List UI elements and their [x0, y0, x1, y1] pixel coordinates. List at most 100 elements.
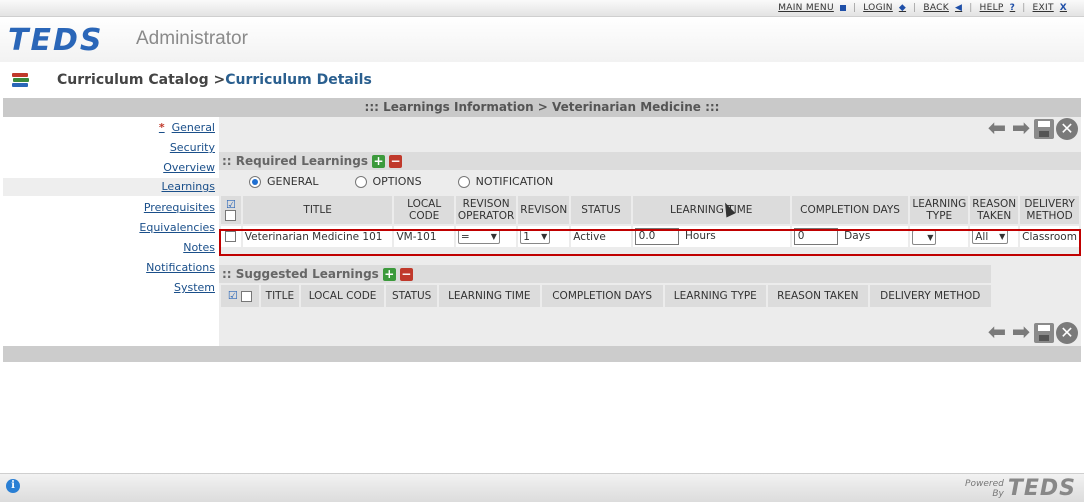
learning-view-radios: GENERAL OPTIONS NOTIFICATION	[249, 175, 589, 188]
select-all-cell: ☑	[221, 285, 259, 307]
suggested-learnings-table: ☑ TITLE LOCAL CODE STATUS LEARNING TIME …	[219, 283, 993, 309]
col-local-code[interactable]: LOCAL CODE	[394, 196, 454, 224]
close-icon[interactable]: ✕	[1056, 118, 1078, 140]
col-delivery-method[interactable]: DELIVERY METHOD	[1020, 196, 1079, 224]
reason-taken-select[interactable]: All ▼	[972, 229, 1009, 244]
add-suggested-icon[interactable]: +	[382, 267, 396, 281]
row-status: Active	[571, 226, 631, 247]
previous-arrow-icon[interactable]: ⬅	[986, 322, 1008, 344]
back-arrow-icon: ◀	[954, 3, 963, 13]
chevron-down-icon: ▼	[927, 232, 934, 242]
radio-notification[interactable]: NOTIFICATION	[457, 175, 553, 188]
content-bottom-bar	[3, 346, 1081, 362]
col-delivery-method[interactable]: DELIVERY METHOD	[869, 285, 991, 307]
revision-select[interactable]: 1 ▼	[520, 229, 551, 244]
col-revision-operator[interactable]: REVISON OPERATOR	[455, 196, 517, 224]
col-completion-days[interactable]: COMPLETION DAYS	[541, 285, 663, 307]
col-local-code[interactable]: LOCAL CODE	[300, 285, 385, 307]
learning-time-input[interactable]: 0.0	[634, 228, 679, 245]
sidebar-item-system[interactable]: System	[174, 281, 215, 297]
add-required-icon[interactable]: +	[371, 154, 385, 168]
col-title[interactable]: TITLE	[242, 196, 393, 224]
remove-required-icon[interactable]: −	[388, 154, 402, 168]
sidebar-item-equivalencies[interactable]: Equivalencies	[139, 221, 215, 237]
check-all-icon[interactable]: ☑	[228, 289, 238, 302]
next-arrow-icon[interactable]: ➡	[1010, 322, 1032, 344]
exit-link[interactable]: EXIT X	[1026, 3, 1074, 13]
footer-teds-logo: TEDS	[1007, 476, 1076, 501]
col-revision[interactable]: REVISON	[518, 196, 570, 224]
radio-options[interactable]: OPTIONS	[354, 175, 422, 188]
select-all-checkbox[interactable]	[241, 290, 253, 302]
select-all-checkbox[interactable]	[225, 210, 237, 221]
col-learning-type[interactable]: LEARNING TYPE	[910, 196, 969, 224]
required-learnings-header: :: Required Learnings + −	[219, 152, 1081, 170]
required-learnings-table: ☑ TITLE LOCAL CODE REVISON OPERATOR REVI…	[219, 194, 1081, 249]
sidebar-item-notes[interactable]: Notes	[183, 241, 215, 257]
chevron-down-icon: ▼	[541, 232, 548, 241]
table-header-row: ☑ TITLE LOCAL CODE STATUS LEARNING TIME …	[221, 285, 991, 307]
sidebar-item-learnings[interactable]: Learnings	[3, 178, 219, 196]
sidebar-item-general[interactable]: * General	[159, 121, 215, 137]
main-content: ⬅ ➡ ✕ :: Required Learnings + − GENERAL …	[219, 117, 1081, 346]
col-learning-time[interactable]: LEARNING TIME	[438, 285, 540, 307]
check-all-icon[interactable]: ☑	[223, 199, 239, 210]
row-title: Veterinarian Medicine 101	[242, 226, 393, 247]
row-local-code: VM-101	[394, 226, 454, 247]
teds-logo: TEDS	[8, 23, 104, 58]
app-subtitle: Administrator	[136, 28, 248, 49]
row-checkbox[interactable]	[225, 231, 237, 242]
previous-arrow-icon[interactable]: ⬅	[986, 118, 1008, 140]
bottom-toolbar: ⬅ ➡ ✕	[986, 322, 1081, 344]
table-header-row: ☑ TITLE LOCAL CODE REVISON OPERATOR REVI…	[221, 196, 1079, 224]
powered-by-text: Powered By	[965, 478, 1004, 499]
exit-x-icon: X	[1059, 3, 1067, 13]
learning-time-unit: Hours	[685, 230, 716, 242]
main-menu-link[interactable]: MAIN MENU	[771, 3, 853, 13]
col-learning-time[interactable]: LEARNING TIME	[632, 196, 790, 224]
login-link[interactable]: LOGIN ◆	[856, 3, 913, 13]
help-icon: ?	[1009, 3, 1016, 13]
revision-operator-select[interactable]: = ▼	[457, 229, 500, 244]
save-icon[interactable]	[1034, 323, 1054, 343]
save-icon[interactable]	[1034, 119, 1054, 139]
completion-days-unit: Days	[844, 230, 871, 242]
close-icon[interactable]: ✕	[1056, 322, 1078, 344]
help-link[interactable]: HELP?	[973, 3, 1023, 13]
sidebar-item-prerequisites[interactable]: Prerequisites	[144, 201, 215, 217]
breadcrumb-current: Curriculum Details	[225, 72, 372, 88]
info-icon[interactable]: i	[6, 479, 20, 493]
col-title[interactable]: TITLE	[261, 285, 299, 307]
top-toolbar: ⬅ ➡ ✕	[986, 118, 1081, 140]
col-reason-taken[interactable]: REASON TAKEN	[970, 196, 1019, 224]
chevron-down-icon: ▼	[999, 232, 1006, 241]
sidebar: * General Security Overview Learnings Pre…	[3, 117, 219, 346]
next-arrow-icon[interactable]: ➡	[1010, 118, 1032, 140]
app-window: MAIN MENU | LOGIN ◆ | BACK ◀ | HELP? | EXI…	[0, 0, 1084, 502]
powered-by-logo: Powered By TEDS	[964, 476, 1076, 501]
suggested-learnings-header: :: Suggested Learnings + −	[219, 265, 991, 283]
col-status[interactable]: STATUS	[386, 285, 437, 307]
sidebar-item-security[interactable]: Security	[170, 141, 215, 157]
diamond-icon: ◆	[898, 3, 907, 13]
app-footer: i Powered By TEDS	[0, 473, 1084, 502]
row-delivery-method: Classroom	[1020, 226, 1079, 247]
breadcrumb-parent[interactable]: Curriculum Catalog >	[57, 72, 225, 88]
chevron-down-icon: ▼	[490, 232, 497, 241]
required-star: *	[158, 121, 165, 134]
main-menu-icon	[839, 5, 846, 11]
learning-type-select[interactable]: ▼	[912, 229, 937, 245]
col-completion-days[interactable]: COMPLETION DAYS	[791, 196, 909, 224]
sidebar-item-overview[interactable]: Overview	[163, 161, 215, 177]
sidebar-item-notifications[interactable]: Notifications	[146, 261, 215, 277]
remove-suggested-icon[interactable]: −	[399, 267, 413, 281]
col-learning-type[interactable]: LEARNING TYPE	[664, 285, 767, 307]
completion-days-input[interactable]: 0	[793, 228, 838, 245]
top-nav-bar: MAIN MENU | LOGIN ◆ | BACK ◀ | HELP? | EXI…	[0, 0, 1084, 17]
breadcrumb: Curriculum Catalog >Curriculum Details	[0, 62, 1084, 98]
page-title: ::: Learnings Information > Veterinarian…	[3, 98, 1081, 117]
col-status[interactable]: STATUS	[571, 196, 631, 224]
col-reason-taken[interactable]: REASON TAKEN	[768, 285, 868, 307]
radio-general[interactable]: GENERAL	[249, 175, 319, 188]
back-link[interactable]: BACK ◀	[916, 3, 969, 13]
